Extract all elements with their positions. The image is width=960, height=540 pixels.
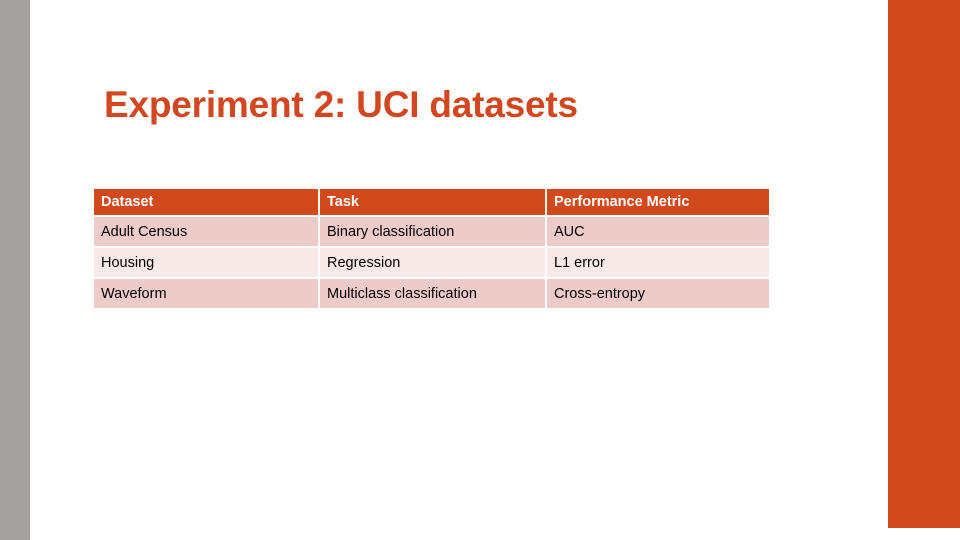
left-decorative-bar [0,0,30,540]
page-title: Experiment 2: UCI datasets [104,84,578,125]
column-header-task: Task [320,189,545,215]
dataset-table: Dataset Task Performance Metric Adult Ce… [94,189,769,308]
table-row: Housing Regression L1 error [94,248,769,277]
column-header-performance-metric: Performance Metric [547,189,769,215]
cell-task: Binary classification [320,217,545,246]
cell-dataset: Housing [94,248,318,277]
slide-canvas: Experiment 2: UCI datasets Dataset Task … [0,0,960,540]
column-header-dataset: Dataset [94,189,318,215]
cell-performance-metric: Cross-entropy [547,279,769,308]
right-decorative-bar [888,0,960,528]
cell-dataset: Waveform [94,279,318,308]
cell-dataset: Adult Census [94,217,318,246]
table-row: Waveform Multiclass classification Cross… [94,279,769,308]
table-row: Adult Census Binary classification AUC [94,217,769,246]
cell-performance-metric: L1 error [547,248,769,277]
cell-task: Multiclass classification [320,279,545,308]
table-header-row: Dataset Task Performance Metric [94,189,769,215]
cell-performance-metric: AUC [547,217,769,246]
cell-task: Regression [320,248,545,277]
